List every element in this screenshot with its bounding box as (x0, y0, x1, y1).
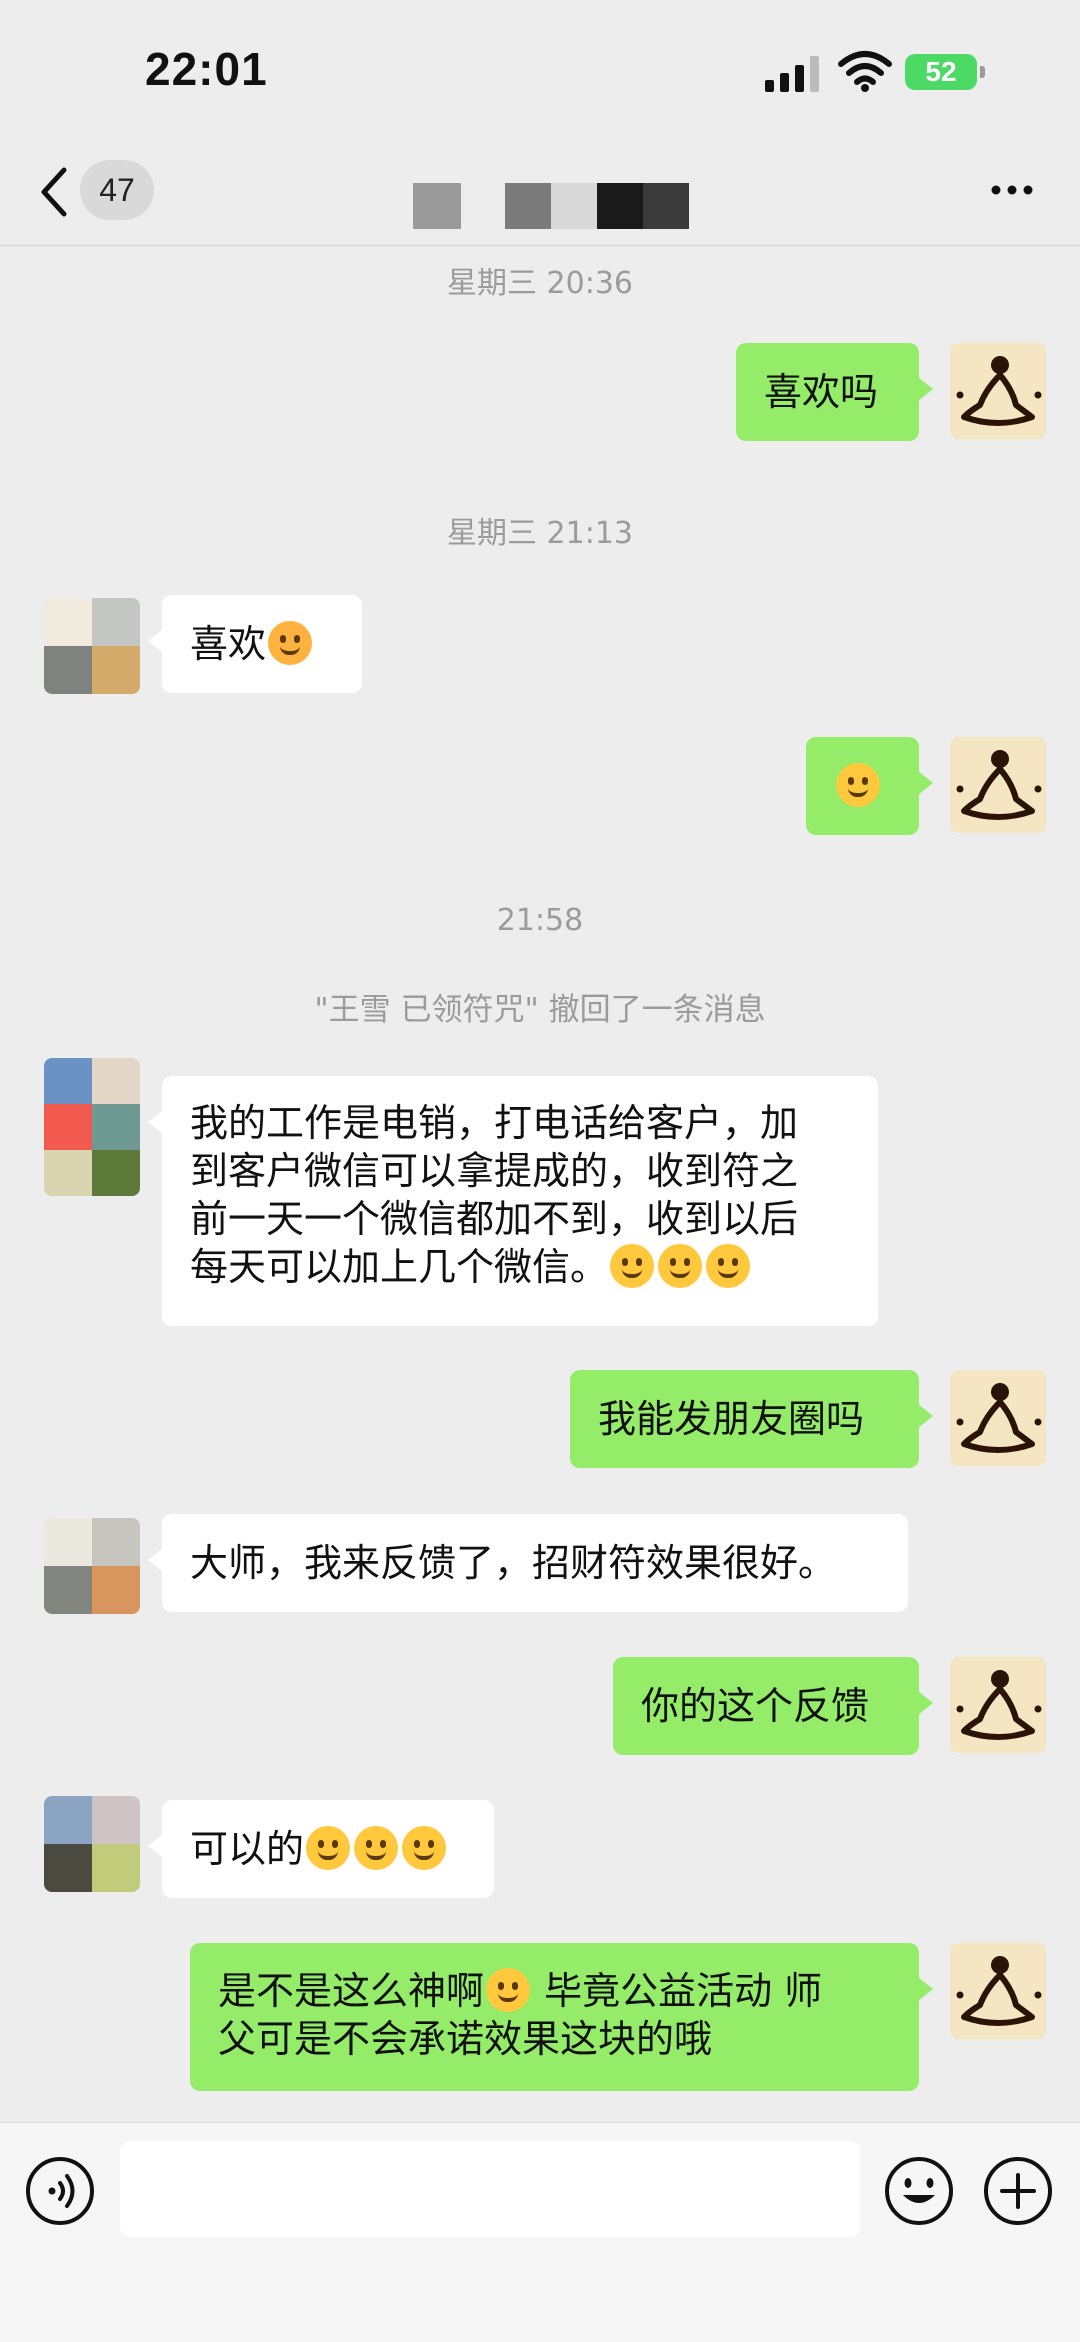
message-bubble-outgoing[interactable] (806, 737, 933, 835)
smiling-face-with-hearts-icon (268, 621, 313, 665)
face-with-hand-over-mouth-icon (706, 1244, 751, 1288)
message-line: 是不是这么神啊 (218, 1969, 485, 2013)
contact-avatar[interactable] (44, 1058, 140, 1196)
message-text: 我能发朋友圈吗 (598, 1397, 865, 1441)
self-avatar[interactable] (950, 737, 1046, 833)
contact-avatar[interactable] (44, 1796, 140, 1892)
input-bar (0, 2122, 1080, 2342)
message-input[interactable] (120, 2141, 860, 2237)
wifi-icon (838, 51, 892, 92)
emoji-icon[interactable] (883, 2155, 955, 2227)
message-bubble-outgoing[interactable]: 我能发朋友圈吗 (570, 1370, 933, 1468)
smiling-face-icon (402, 1826, 447, 1870)
message-line: 到客户微信可以拿提成的，收到符之 (190, 1149, 799, 1193)
message-bubble-outgoing[interactable]: 你的这个反馈 (613, 1657, 933, 1755)
message-bubble-incoming[interactable]: 可以的 (148, 1800, 494, 1898)
message-text: 喜欢吗 (764, 370, 879, 414)
message-text: 你的这个反馈 (641, 1684, 870, 1728)
message-line: 每天可以加上几个微信。 (190, 1245, 609, 1289)
timestamp: 星期三 21:13 (447, 516, 633, 551)
contact-avatar[interactable] (44, 598, 140, 694)
meditation-figure-icon (950, 343, 1046, 439)
status-bar: 22:01 52 (0, 0, 1080, 150)
message-bubble-outgoing[interactable]: 是不是这么神啊 毕竟公益活动 师 父可是不会承诺效果这块的哦 (190, 1943, 933, 2091)
timestamp: 21:58 (496, 903, 584, 938)
cellular-signal-icon (765, 56, 819, 92)
message-text: 大师，我来反馈了，招财符效果很好。 (190, 1541, 837, 1585)
message-bubble-incoming[interactable]: 喜欢 (148, 595, 362, 693)
self-avatar[interactable] (950, 343, 1046, 439)
message-text: 可以的 (190, 1827, 305, 1871)
self-avatar[interactable] (950, 1943, 1046, 2039)
meditation-figure-icon (950, 1657, 1046, 1753)
battery-level: 52 (925, 56, 957, 87)
meditation-figure-icon (950, 737, 1046, 833)
message-bubble-incoming[interactable]: 大师，我来反馈了，招财符效果很好。 (148, 1514, 908, 1612)
back-icon[interactable] (36, 164, 72, 220)
message-bubble-outgoing[interactable]: 喜欢吗 (736, 343, 933, 441)
voice-icon[interactable] (24, 2155, 96, 2227)
recall-notice: "王雪 已领符咒" 撤回了一条消息 (314, 992, 766, 1028)
smiling-face-icon (354, 1826, 399, 1870)
message-line: 毕竟公益活动 师 (532, 1969, 823, 2013)
message-line: 前一天一个微信都加不到，收到以后 (190, 1197, 799, 1241)
battery-indicator: 52 (905, 54, 985, 90)
grinning-face-icon (836, 763, 880, 807)
message-line: 父可是不会承诺效果这块的哦 (218, 2017, 713, 2061)
more-icon[interactable] (990, 180, 1034, 200)
self-avatar[interactable] (950, 1657, 1046, 1753)
timestamp: 星期三 20:36 (447, 266, 633, 301)
message-bubble-incoming[interactable]: 我的工作是电销，打电话给客户，加 到客户微信可以拿提成的，收到符之 前一天一个微… (148, 1076, 878, 1326)
rolling-on-floor-laughing-icon (486, 1968, 531, 2012)
meditation-figure-icon (950, 1943, 1046, 2039)
message-text: 喜欢 (190, 622, 267, 666)
self-avatar[interactable] (950, 1370, 1046, 1466)
unread-count-badge[interactable]: 47 (80, 160, 154, 220)
chat-header: 47 (0, 150, 1080, 246)
message-line: 我的工作是电销，打电话给客户，加 (190, 1101, 799, 1145)
plus-icon[interactable] (982, 2155, 1054, 2227)
chat-title-redacted (413, 183, 689, 229)
face-with-hand-over-mouth-icon (610, 1244, 655, 1288)
contact-avatar[interactable] (44, 1518, 140, 1614)
face-with-hand-over-mouth-icon (658, 1244, 703, 1288)
smiling-face-icon (306, 1826, 351, 1870)
status-time: 22:01 (145, 43, 268, 95)
meditation-figure-icon (950, 1370, 1046, 1466)
